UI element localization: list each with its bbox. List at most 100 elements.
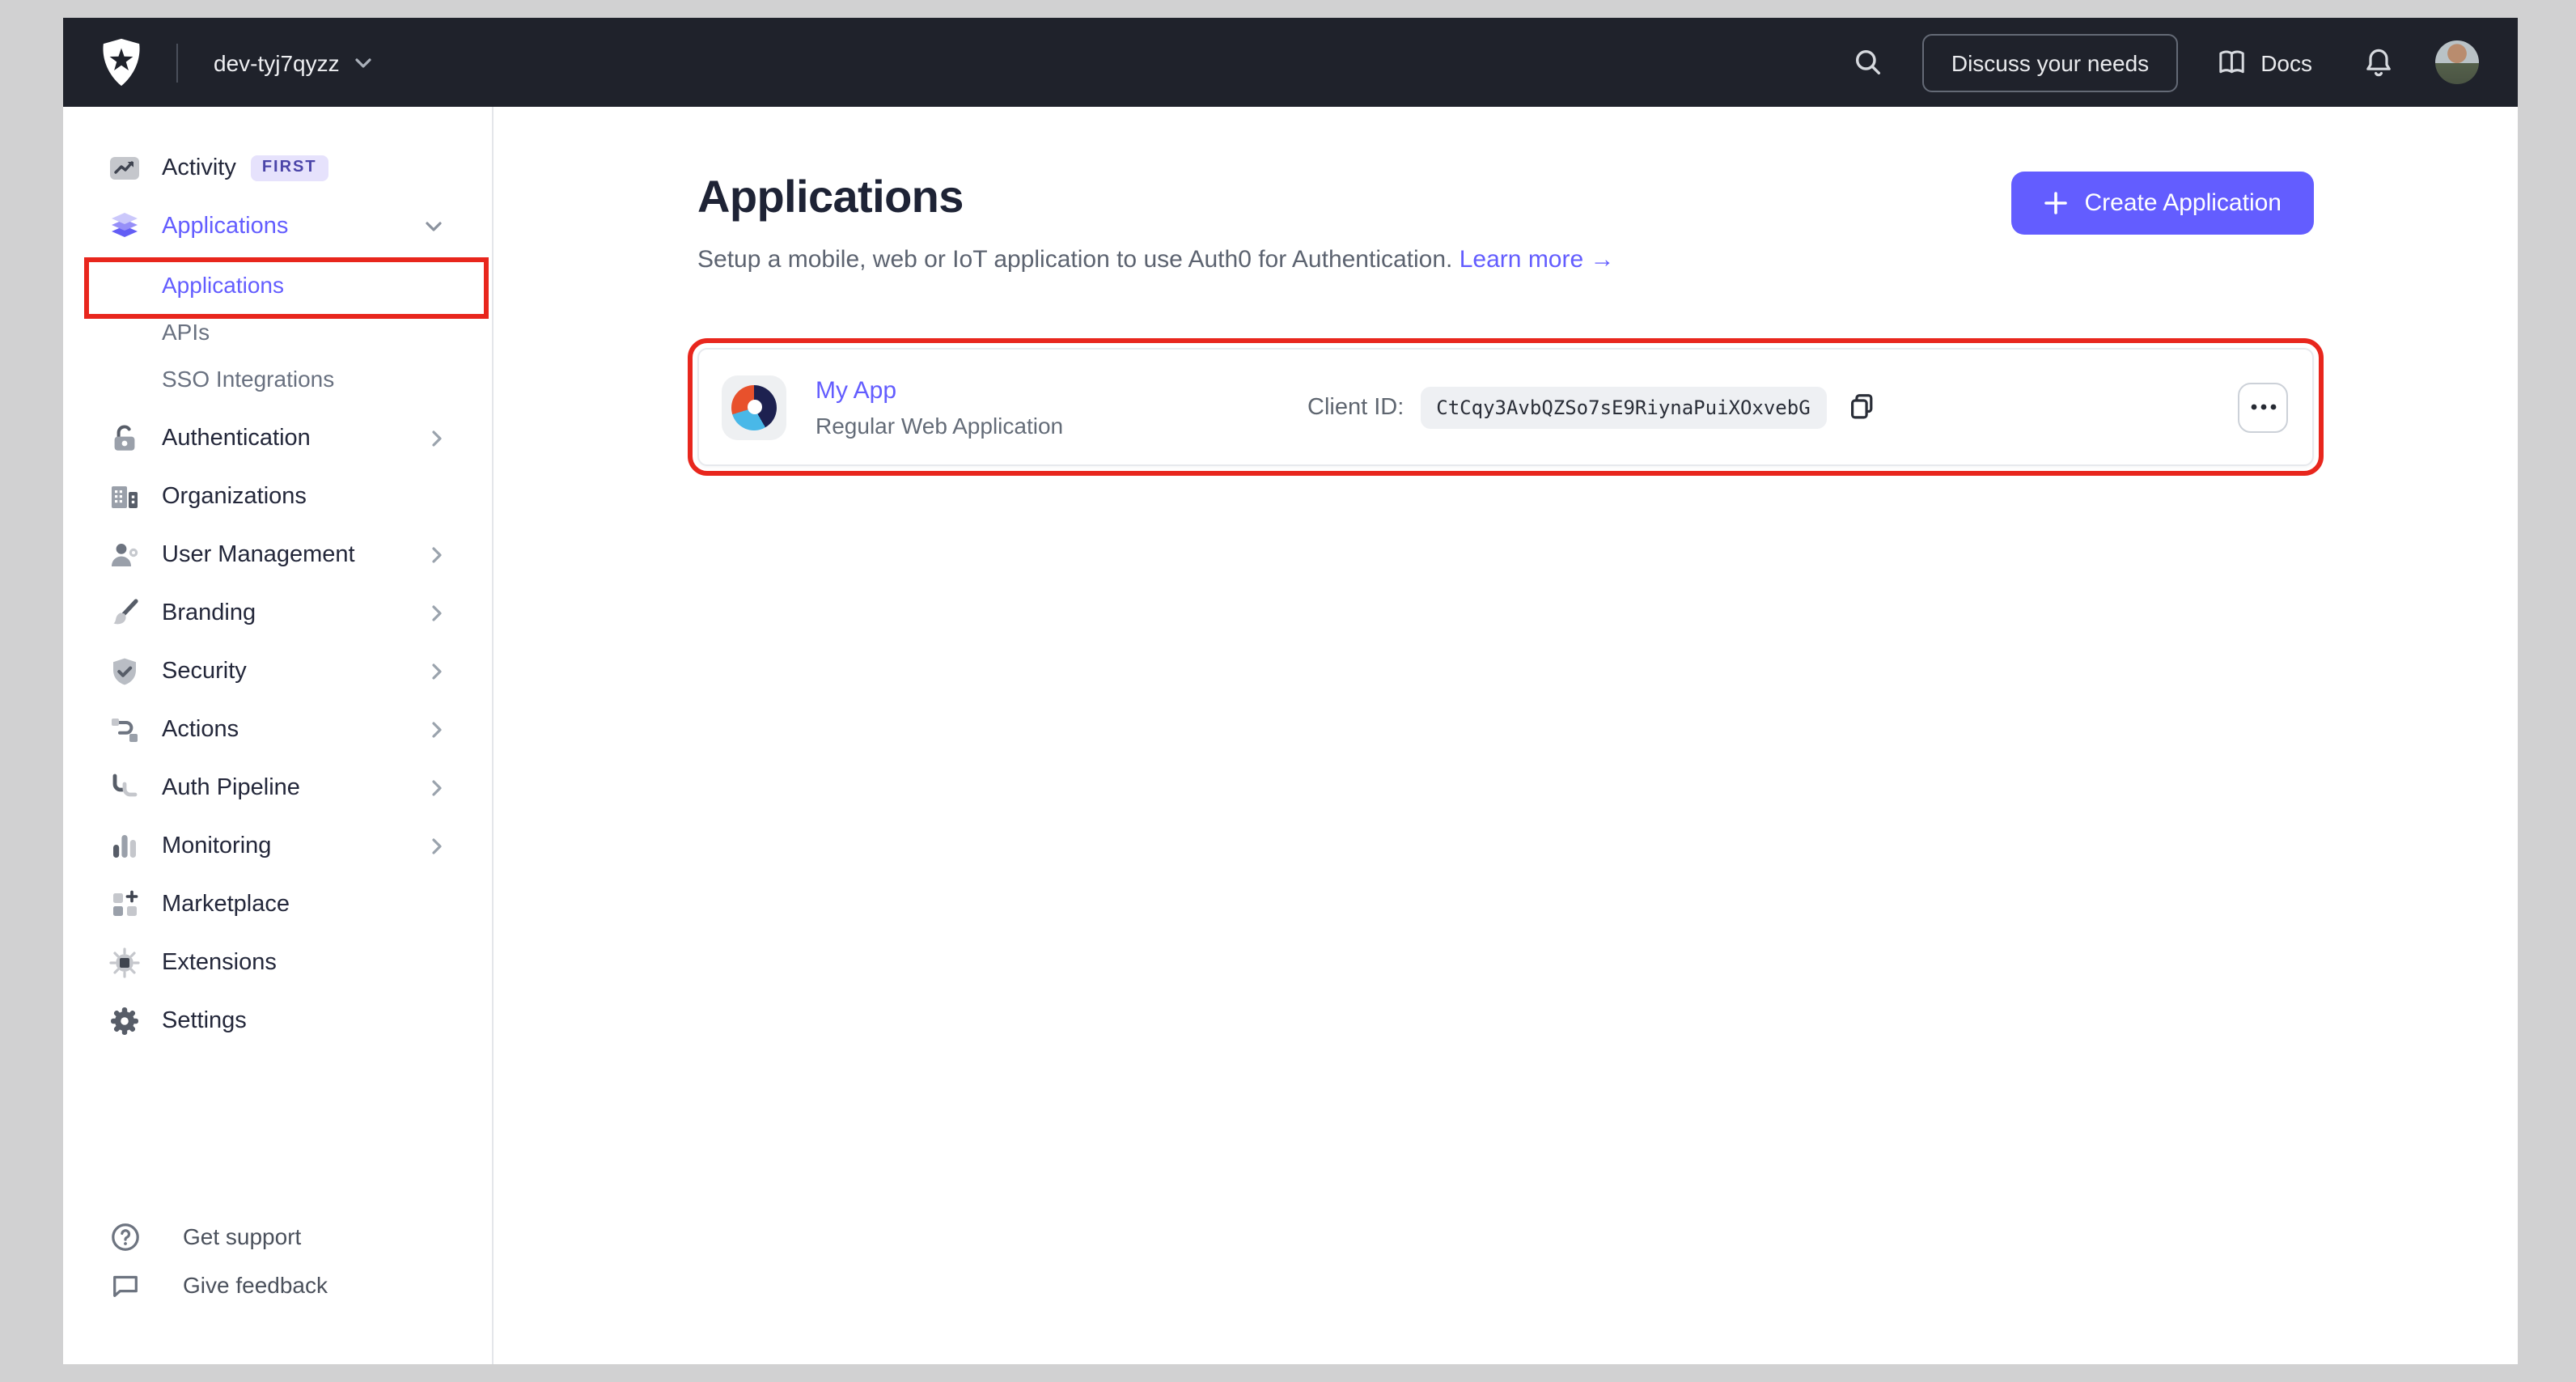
app-name-block: My App Regular Web Application — [816, 376, 1063, 438]
chevron-right-icon — [430, 778, 443, 798]
shield-check-icon — [108, 655, 141, 688]
arrow-right-icon: → — [1590, 246, 1615, 273]
sidebar: Activity FIRST Applications Applications… — [63, 107, 494, 1364]
pipeline-icon — [108, 772, 141, 804]
sidebar-item-label: Monitoring — [162, 833, 272, 859]
paintbrush-icon — [108, 597, 141, 630]
book-icon — [2219, 50, 2244, 74]
chevron-right-icon — [430, 545, 443, 565]
sidebar-subitem-applications[interactable]: Applications — [63, 261, 492, 307]
sidebar-item-actions[interactable]: Actions — [63, 701, 492, 759]
create-application-button[interactable]: Create Application — [2011, 172, 2314, 235]
auth0-logo-icon — [97, 36, 146, 89]
sidebar-item-label: Applications — [162, 214, 289, 240]
discuss-your-needs-button[interactable]: Discuss your needs — [1921, 33, 2179, 91]
search-button[interactable] — [1843, 37, 1893, 87]
sidebar-item-label: Extensions — [162, 950, 277, 976]
sidebar-item-organizations[interactable]: Organizations — [63, 468, 492, 526]
sidebar-item-settings[interactable]: Settings — [63, 992, 492, 1050]
app-row-menu-button[interactable] — [2238, 382, 2288, 432]
chevron-right-icon — [430, 720, 443, 740]
bell-icon — [2366, 48, 2391, 76]
sidebar-item-label: Settings — [162, 1008, 247, 1034]
give-feedback-link[interactable]: Give feedback — [63, 1261, 492, 1309]
chevron-right-icon — [430, 662, 443, 681]
search-icon — [1855, 49, 1880, 75]
application-row-card[interactable]: My App Regular Web Application Client ID… — [688, 338, 2324, 476]
sidebar-item-label: Organizations — [162, 484, 307, 510]
sidebar-item-label: Security — [162, 659, 247, 685]
lock-icon — [108, 422, 141, 455]
sidebar-item-branding[interactable]: Branding — [63, 584, 492, 642]
ellipsis-icon — [2250, 404, 2276, 410]
chevron-right-icon — [430, 604, 443, 623]
building-icon — [108, 481, 141, 513]
avatar[interactable] — [2435, 40, 2479, 84]
sidebar-item-label: User Management — [162, 542, 355, 568]
topbar-divider — [176, 43, 178, 82]
chevron-right-icon — [430, 429, 443, 448]
footer-item-label: Give feedback — [183, 1272, 328, 1298]
learn-more-link[interactable]: Learn more — [1460, 246, 1583, 273]
chevron-right-icon — [430, 837, 443, 856]
plus-icon — [2044, 192, 2068, 214]
sidebar-item-security[interactable]: Security — [63, 642, 492, 701]
sidebar-subitem-apis[interactable]: APIs — [63, 307, 492, 354]
app-logo-icon — [722, 375, 786, 439]
chevron-down-icon — [424, 220, 443, 233]
page-title: Applications — [697, 172, 964, 222]
actions-flow-icon — [108, 714, 141, 746]
title-block: Applications Setup a mobile, web or IoT … — [697, 172, 1615, 273]
applications-submenu: Applications APIs SSO Integrations — [63, 261, 492, 401]
sidebar-item-authentication[interactable]: Authentication — [63, 409, 492, 468]
chip-icon — [108, 947, 141, 979]
app-logo-donut — [731, 384, 777, 430]
applications-icon — [108, 210, 141, 243]
sidebar-item-activity[interactable]: Activity FIRST — [63, 139, 492, 197]
app-type-label: Regular Web Application — [816, 412, 1064, 438]
sidebar-item-applications[interactable]: Applications — [63, 197, 492, 256]
desktop-background: dev-tyj7qyzz Discuss your needs Docs Act… — [0, 0, 2576, 1382]
client-id-label: Client ID: — [1307, 394, 1405, 420]
chevron-down-icon — [355, 57, 371, 67]
first-badge: FIRST — [250, 155, 328, 181]
sidebar-item-label: Marketplace — [162, 892, 290, 918]
copy-client-id-button[interactable] — [1843, 388, 1880, 426]
get-support-link[interactable]: Get support — [63, 1212, 492, 1261]
sidebar-footer: Get support Give feedback — [63, 1212, 492, 1364]
speech-bubble-icon — [108, 1269, 141, 1301]
client-id-group: Client ID: CtCqy3AvbQZSo7sE9RiynaPuiXOxv… — [1307, 386, 1880, 428]
auth0-dashboard-window: dev-tyj7qyzz Discuss your needs Docs Act… — [63, 18, 2518, 1364]
topbar: dev-tyj7qyzz Discuss your needs Docs — [63, 18, 2518, 107]
sidebar-item-user-management[interactable]: User Management — [63, 526, 492, 584]
gear-icon — [108, 1005, 141, 1037]
notifications-button[interactable] — [2354, 36, 2403, 88]
footer-item-label: Get support — [183, 1223, 302, 1249]
sidebar-item-monitoring[interactable]: Monitoring — [63, 817, 492, 875]
copy-icon — [1850, 394, 1873, 419]
sidebar-item-extensions[interactable]: Extensions — [63, 934, 492, 992]
help-circle-icon — [108, 1220, 141, 1253]
marketplace-grid-icon — [108, 888, 141, 921]
app-name-link[interactable]: My App — [816, 376, 1063, 404]
tenant-name: dev-tyj7qyzz — [214, 49, 340, 75]
sidebar-item-marketplace[interactable]: Marketplace — [63, 875, 492, 934]
sidebar-item-auth-pipeline[interactable]: Auth Pipeline — [63, 759, 492, 817]
body-row: Activity FIRST Applications Applications… — [63, 107, 2518, 1364]
bar-chart-icon — [108, 830, 141, 863]
sidebar-subitem-sso-integrations[interactable]: SSO Integrations — [63, 354, 492, 401]
main-header: Applications Setup a mobile, web or IoT … — [697, 172, 2314, 273]
activity-icon — [108, 152, 141, 184]
sidebar-item-label: Actions — [162, 717, 239, 743]
user-gear-icon — [108, 539, 141, 571]
sidebar-item-label: Auth Pipeline — [162, 775, 300, 801]
create-application-label: Create Application — [2084, 189, 2282, 217]
main-content: Applications Setup a mobile, web or IoT … — [494, 107, 2518, 1364]
sidebar-item-label: Branding — [162, 600, 256, 626]
page-subtitle: Setup a mobile, web or IoT application t… — [697, 246, 1615, 273]
sidebar-item-label: Activity — [162, 155, 236, 181]
docs-label: Docs — [2260, 49, 2312, 75]
docs-button[interactable]: Docs — [2214, 39, 2315, 86]
sidebar-item-label: Authentication — [162, 426, 311, 451]
tenant-switcher[interactable]: dev-tyj7qyzz — [207, 40, 379, 85]
